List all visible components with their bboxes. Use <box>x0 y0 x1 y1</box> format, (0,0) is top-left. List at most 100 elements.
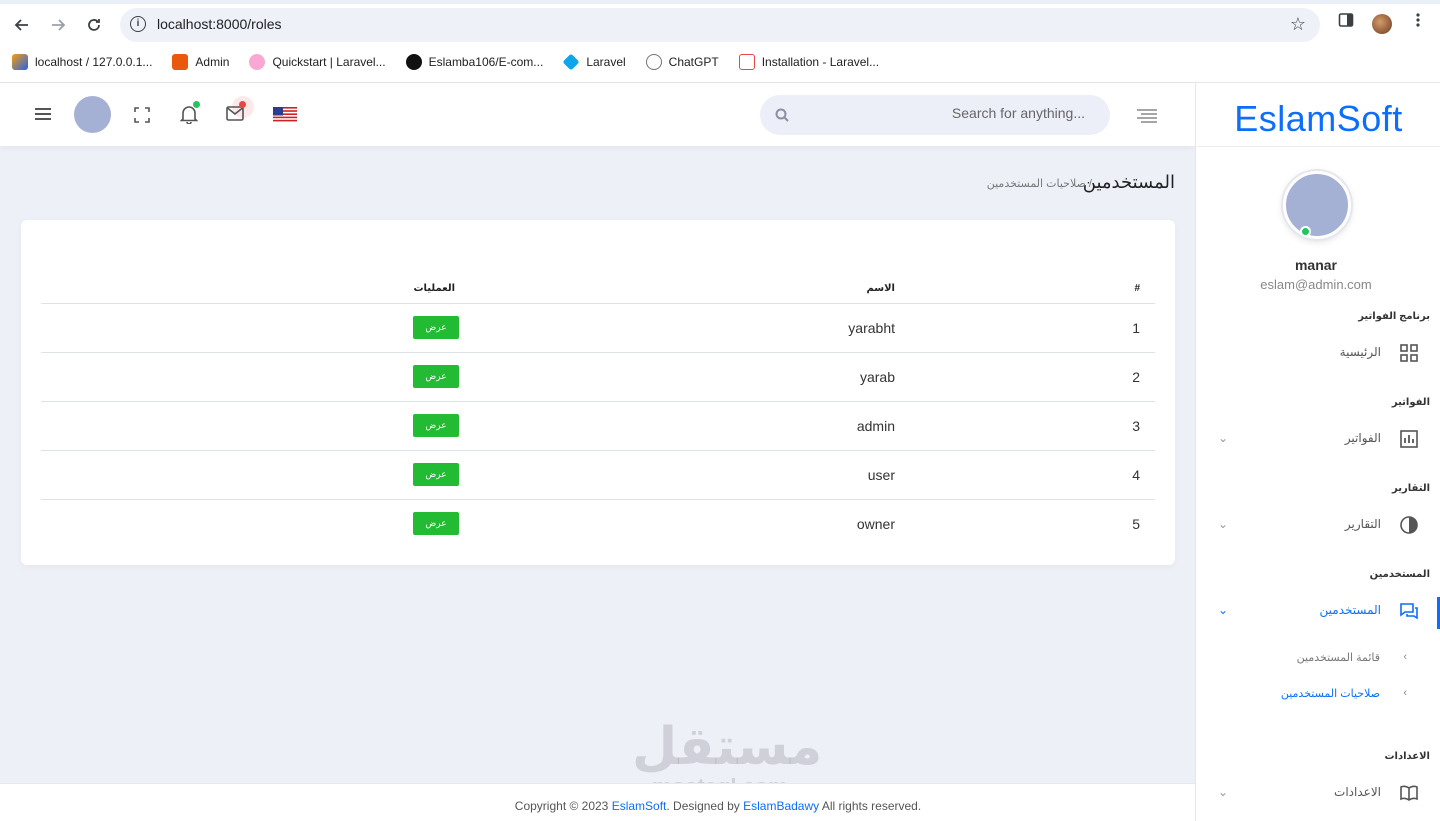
browser-menu-icon[interactable] <box>1412 12 1424 33</box>
table-row: 2 yarab عرض <box>41 352 1155 402</box>
bookmark-label: Laravel <box>586 55 626 69</box>
chevron-down-icon: ⌄ <box>1218 431 1229 445</box>
github-icon <box>405 54 422 70</box>
table-row: 5 owner عرض <box>41 499 1155 548</box>
bookmarks-bar: localhost / 127.0.0.1... Admin Quickstar… <box>12 52 899 72</box>
cell-name: yarab <box>470 352 910 402</box>
section-users: المستخدمين <box>1369 569 1430 580</box>
cell-name: user <box>470 450 910 500</box>
bookmark-label: Admin <box>195 55 230 69</box>
brand-logo[interactable]: EslamSoft <box>1196 83 1440 147</box>
dashboard-icon <box>1400 344 1418 362</box>
search-box[interactable] <box>760 95 1110 135</box>
fullscreen-icon[interactable] <box>134 107 150 123</box>
sidebar: EslamSoft manar eslam@admin.com برنامج ا… <box>1195 83 1440 821</box>
cell-name: owner <box>856 515 895 532</box>
bookmark-label: Eslamba106/E-com... <box>428 55 544 69</box>
bookmark-installation[interactable]: Installation - Laravel... <box>738 52 880 72</box>
footer-author-link[interactable]: EslamBadawy <box>743 799 819 813</box>
bookmark-star-icon[interactable]: ☆ <box>1290 14 1306 35</box>
forward-button[interactable] <box>44 11 72 39</box>
sidebar-subitem-user-roles[interactable]: صلاحيات المستخدمين <box>1281 687 1380 700</box>
user-name: manar <box>1294 257 1338 273</box>
cell-num: 1 <box>910 303 1155 353</box>
sidebar-item-settings[interactable]: ⌄ الاعدادات <box>1196 773 1440 813</box>
section-invoices-program: برنامج الفواتير <box>1358 311 1430 322</box>
show-button[interactable]: عرض <box>413 316 459 339</box>
sidebar-item-label: التقارير <box>1344 517 1381 531</box>
sidebar-item-users[interactable]: ⌄ المستخدمين <box>1196 591 1440 631</box>
cell-num: 4 <box>910 450 1155 500</box>
col-header-num: # <box>910 275 1155 304</box>
cell-actions: عرض <box>41 401 470 451</box>
back-button[interactable] <box>8 11 36 39</box>
col-header-name: الاسم <box>470 275 910 304</box>
search-input[interactable] <box>800 105 1085 121</box>
bookmark-label: Installation - Laravel... <box>761 55 880 69</box>
us-flag-icon[interactable] <box>273 107 297 123</box>
show-button[interactable]: عرض <box>413 365 459 388</box>
bookmark-quickstart[interactable]: Quickstart | Laravel... <box>249 52 386 72</box>
bookmark-admin[interactable]: Admin <box>172 52 229 72</box>
section-invoices: الفواتير <box>1391 397 1430 408</box>
header-avatar[interactable] <box>74 96 111 133</box>
sidebar-item-home[interactable]: الرئيسية <box>1196 333 1440 373</box>
reload-button[interactable] <box>80 11 108 39</box>
footer-suffix: All rights reserved. <box>819 799 922 813</box>
cell-num: 5 <box>1132 515 1140 532</box>
sidebar-item-invoices[interactable]: ⌄ الفواتير <box>1196 419 1440 459</box>
chevron-left-icon: ‹ <box>1403 651 1407 663</box>
mail-dot <box>239 101 246 108</box>
sidebar-item-label: الاعدادات <box>1334 785 1381 799</box>
pie-chart-icon <box>1400 516 1418 534</box>
user-email: eslam@admin.com <box>1260 277 1372 292</box>
show-button[interactable]: عرض <box>413 414 459 437</box>
sidebar-item-reports[interactable]: ⌄ التقارير <box>1196 505 1440 545</box>
watermark-arabic: مستقل <box>632 717 823 777</box>
site-info-icon[interactable]: i <box>130 16 146 32</box>
cell-actions: عرض <box>41 303 470 353</box>
search-icon[interactable] <box>774 107 790 123</box>
xampp-icon <box>172 54 189 70</box>
sidebar-avatar[interactable] <box>1283 171 1351 239</box>
show-button[interactable]: عرض <box>413 512 459 536</box>
chevron-down-icon: ⌄ <box>1218 517 1229 531</box>
table-row: 4 user عرض <box>41 450 1155 500</box>
roles-table: # الاسم العمليات 1 yarabht عرض 2 yarab ع… <box>41 275 1155 548</box>
address-bar[interactable]: i localhost:8000/roles ☆ <box>120 8 1320 42</box>
side-panel-icon[interactable] <box>1338 12 1354 33</box>
bookmark-chatgpt[interactable]: ChatGPT <box>645 52 719 72</box>
bookmark-phpmyadmin[interactable]: localhost / 127.0.0.1... <box>12 52 152 72</box>
cell-actions: عرض <box>41 450 470 500</box>
bookmark-github[interactable]: Eslamba106/E-com... <box>405 52 544 72</box>
cell-num: 3 <box>910 401 1155 451</box>
show-button[interactable]: عرض <box>413 463 459 486</box>
cell-actions: عرض <box>41 352 470 402</box>
breadcrumb[interactable]: / صلاحيات المستخدمين <box>987 177 1092 190</box>
sidebar-item-label: الفواتير <box>1344 431 1381 445</box>
footer-brand-link[interactable]: EslamSoft <box>612 799 667 813</box>
browser-profile-avatar[interactable] <box>1372 14 1392 34</box>
sidebar-toggle-icon[interactable] <box>1136 108 1158 124</box>
laravel-diamond-icon <box>562 53 580 71</box>
footer-prefix: Copyright © 2023 <box>514 799 612 813</box>
table-row: 3 admin عرض <box>41 401 1155 451</box>
footer: Copyright © 2023 EslamSoft. Designed by … <box>0 783 1195 821</box>
chatgpt-icon <box>645 54 662 70</box>
sidebar-subitem-users-list[interactable]: قائمة المستخدمين <box>1297 651 1380 664</box>
hamburger-menu-icon[interactable] <box>35 108 51 120</box>
bookmark-label: Quickstart | Laravel... <box>272 55 386 69</box>
table-header-row: # الاسم العمليات <box>41 275 1155 304</box>
footer-middle: . Designed by <box>666 799 744 813</box>
bookmark-label: ChatGPT <box>668 55 719 69</box>
mail-icon[interactable] <box>226 106 244 121</box>
page-title: المستخدمين <box>1082 172 1175 192</box>
top-header <box>0 83 1195 146</box>
cell-name: yarabht <box>470 303 910 353</box>
cell-actions: عرض <box>41 499 470 548</box>
url-text: localhost:8000/roles <box>157 16 282 32</box>
chevron-left-icon: ‹ <box>1403 687 1407 699</box>
bookmark-label: localhost / 127.0.0.1... <box>35 55 153 69</box>
bookmark-laravel[interactable]: Laravel <box>562 52 626 72</box>
table-row: 1 yarabht عرض <box>41 303 1155 353</box>
